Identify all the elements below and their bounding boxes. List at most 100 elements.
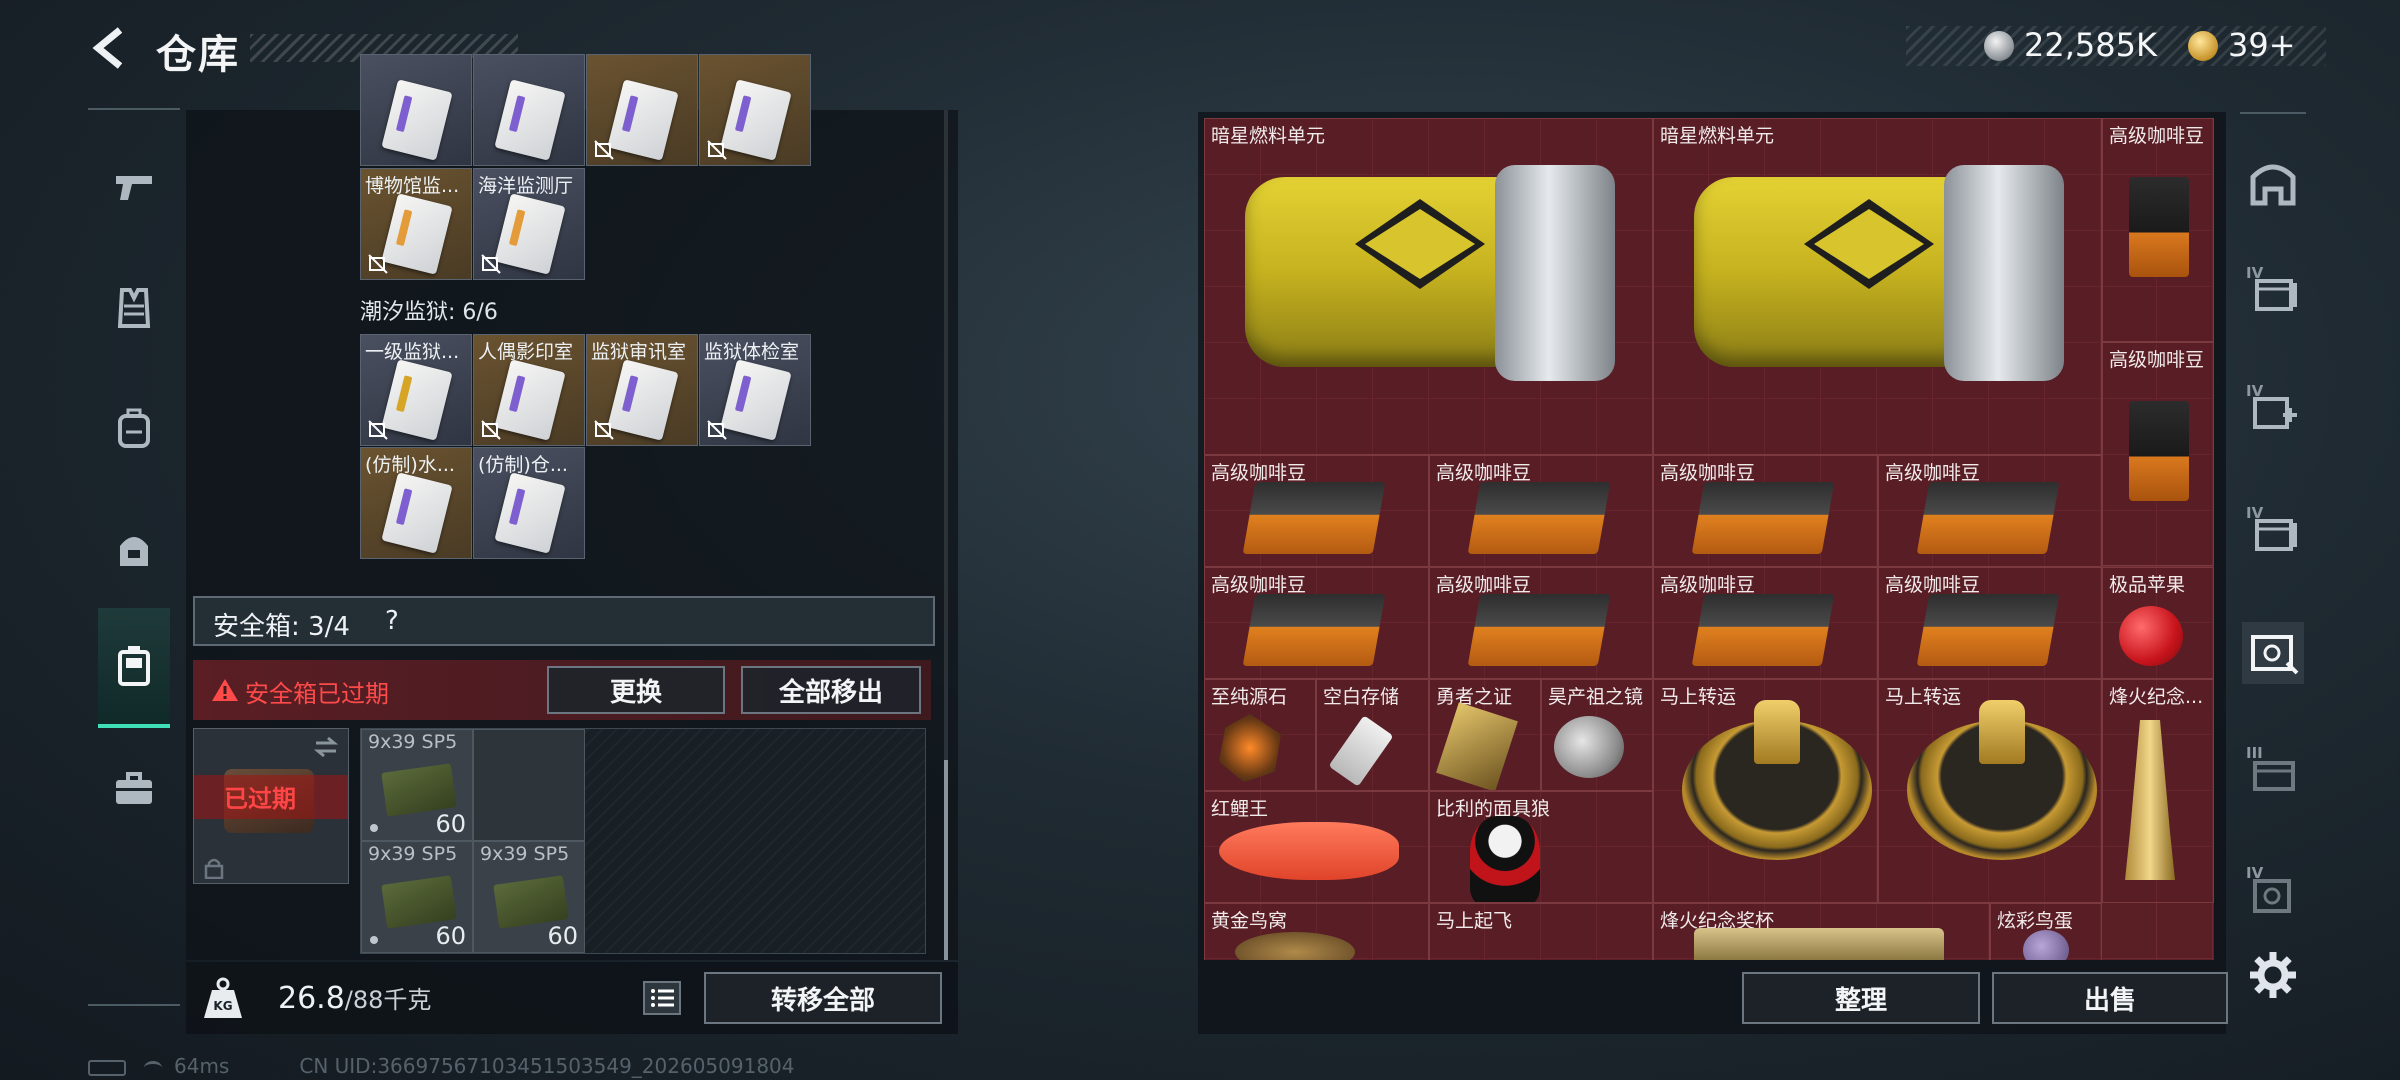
- keycard-tile[interactable]: [360, 54, 472, 166]
- ammo-box-image: [381, 763, 457, 817]
- inventory-item[interactable]: 高级咖啡豆: [1204, 455, 1429, 567]
- left-footer: KG 26.8/88千克 转移全部: [186, 962, 958, 1034]
- wifi-icon: [144, 1060, 162, 1075]
- inventory-item[interactable]: 高级咖啡豆: [1429, 455, 1653, 567]
- organize-button[interactable]: 整理: [1742, 972, 1980, 1024]
- inventory-item[interactable]: 马上转运: [1653, 679, 1878, 903]
- inventory-item[interactable]: 暗星燃料单元: [1204, 118, 1653, 455]
- inventory-item[interactable]: 极品苹果: [2102, 567, 2214, 679]
- empty-slot[interactable]: [473, 729, 585, 841]
- ammo-tier-icon[interactable]: III: [2242, 742, 2304, 804]
- safe-box-capacity-bar: 安全箱: 3/4 ?: [193, 596, 935, 646]
- item-label: 红鲤王: [1211, 798, 1269, 820]
- coffee-box-image: [1467, 594, 1611, 666]
- inventory-item[interactable]: 马上转运: [1878, 679, 2102, 903]
- inventory-item[interactable]: 炫彩鸟蛋: [1990, 903, 2102, 960]
- inventory-item[interactable]: 高级咖啡豆: [1429, 567, 1653, 679]
- tier-label: IV: [2246, 864, 2264, 882]
- item-label: 暗星燃料单元: [1211, 125, 1326, 147]
- briefcase-icon[interactable]: [98, 728, 170, 848]
- item-label: 高级咖啡豆: [1660, 462, 1756, 484]
- help-icon[interactable]: ?: [385, 606, 399, 636]
- inventory-item[interactable]: 暗星燃料单元: [1653, 118, 2102, 455]
- keycard-tile[interactable]: 海洋监测厅: [473, 168, 585, 280]
- safe-box-contents: 9x39 SP5 60 9x39 SP5 60 9x39 SP5 60: [360, 728, 926, 954]
- transfer-all-button[interactable]: 转移全部: [704, 972, 942, 1024]
- keycard-tile[interactable]: [699, 54, 811, 166]
- keycard-tile[interactable]: 监狱体检室: [699, 334, 811, 446]
- keycard-tile[interactable]: (仿制)水...: [360, 447, 472, 559]
- silver-coin-icon: [1984, 31, 2014, 61]
- backpack-icon[interactable]: [98, 368, 170, 488]
- inventory-item[interactable]: 高级咖啡豆: [1204, 567, 1429, 679]
- armor-vest-icon[interactable]: [98, 248, 170, 368]
- egg-image: [2023, 930, 2069, 960]
- keycard-tile[interactable]: 监狱审讯室: [586, 334, 698, 446]
- apple-image: [2119, 606, 2183, 666]
- keycard-label: (仿制)水...: [365, 454, 455, 476]
- usb-drive-image: [1328, 715, 1394, 787]
- coffee-box-image: [1916, 482, 2060, 554]
- keycard-tile[interactable]: (仿制)仓...: [473, 447, 585, 559]
- replace-button[interactable]: 更换: [547, 666, 725, 714]
- inventory-item[interactable]: 空白存储: [1316, 679, 1429, 791]
- no-share-icon: [481, 254, 501, 274]
- list-icon[interactable]: [642, 980, 682, 1016]
- ammo-item[interactable]: 9x39 SP5 60: [473, 841, 585, 953]
- sell-button[interactable]: 出售: [1992, 972, 2228, 1024]
- weight-max: /88千克: [344, 986, 432, 1014]
- inventory-item[interactable]: 高级咖啡豆: [1878, 567, 2102, 679]
- keycard-tile[interactable]: [586, 54, 698, 166]
- left-scrollbar[interactable]: [944, 110, 948, 960]
- expired-warning-text: 安全箱已过期: [245, 680, 389, 708]
- all-items-icon[interactable]: [2242, 152, 2304, 214]
- inventory-item[interactable]: 高级咖啡豆: [2102, 342, 2214, 566]
- inventory-item[interactable]: 比利的面具狼: [1429, 791, 1653, 903]
- inventory-item[interactable]: 高级咖啡豆: [1878, 455, 2102, 567]
- storage-tier-icon[interactable]: IV: [2242, 262, 2304, 324]
- back-arrow-icon[interactable]: [88, 26, 132, 70]
- ammo-count: 60: [435, 810, 466, 838]
- keycard-tile[interactable]: 博物馆监...: [360, 168, 472, 280]
- inventory-item[interactable]: 至纯源石: [1204, 679, 1316, 791]
- keycard-label: 监狱体检室: [704, 341, 800, 363]
- left-scrollbar-thumb[interactable]: [944, 760, 948, 960]
- pistol-icon[interactable]: [98, 128, 170, 248]
- safe-box-icon[interactable]: [98, 608, 170, 728]
- inventory-item[interactable]: 高级咖啡豆: [1653, 567, 1878, 679]
- ammo-count: 60: [435, 922, 466, 950]
- item-label: 黄金鸟窝: [1211, 910, 1288, 932]
- trophy-case-image: [1694, 928, 1944, 960]
- ammo-item[interactable]: 9x39 SP5 60: [361, 729, 473, 841]
- remove-all-button[interactable]: 全部移出: [741, 666, 921, 714]
- ammo-item[interactable]: 9x39 SP5 60: [361, 841, 473, 953]
- swap-icon[interactable]: [312, 735, 340, 759]
- inventory-item[interactable]: 高级咖啡豆: [1653, 455, 1878, 567]
- inventory-item[interactable]: 烽火纪念奖杯: [1653, 903, 1990, 960]
- inventory-item[interactable]: 马上起飞: [1429, 903, 1653, 960]
- tier-label: IV: [2246, 504, 2264, 522]
- inventory-item[interactable]: 黄金鸟窝: [1204, 903, 1429, 960]
- gear-tier-icon[interactable]: IV: [2242, 862, 2304, 924]
- inventory-item[interactable]: 红鲤王: [1204, 791, 1429, 903]
- keycard-tile[interactable]: 人偶影印室: [473, 334, 585, 446]
- safe-box-slot[interactable]: 已过期: [193, 728, 349, 884]
- item-label: 高级咖啡豆: [2109, 349, 2205, 371]
- item-label: 马上起飞: [1436, 910, 1513, 932]
- trophy-image: [2125, 720, 2175, 880]
- inventory-item[interactable]: 昊产祖之镜: [1541, 679, 1653, 791]
- settings-gear-icon[interactable]: [2248, 950, 2298, 1000]
- keycard-tile[interactable]: [473, 54, 585, 166]
- ammo-box-image: [493, 875, 569, 929]
- collection-icon[interactable]: [2242, 622, 2304, 684]
- inventory-item[interactable]: 烽火纪念...: [2102, 679, 2214, 903]
- inventory-item[interactable]: 勇者之证: [1429, 679, 1541, 791]
- inventory-item[interactable]: 高级咖啡豆: [2102, 118, 2214, 342]
- storage-tier-icon[interactable]: IV: [2242, 502, 2304, 564]
- helmet-backpack-icon[interactable]: [98, 488, 170, 608]
- coffee-bag-image: [2129, 177, 2189, 277]
- medical-tier-icon[interactable]: IV: [2242, 380, 2304, 442]
- keycard-label: 监狱审讯室: [591, 341, 687, 363]
- keycard-tile[interactable]: 一级监狱...: [360, 334, 472, 446]
- currency-premium[interactable]: 39+: [2228, 26, 2296, 64]
